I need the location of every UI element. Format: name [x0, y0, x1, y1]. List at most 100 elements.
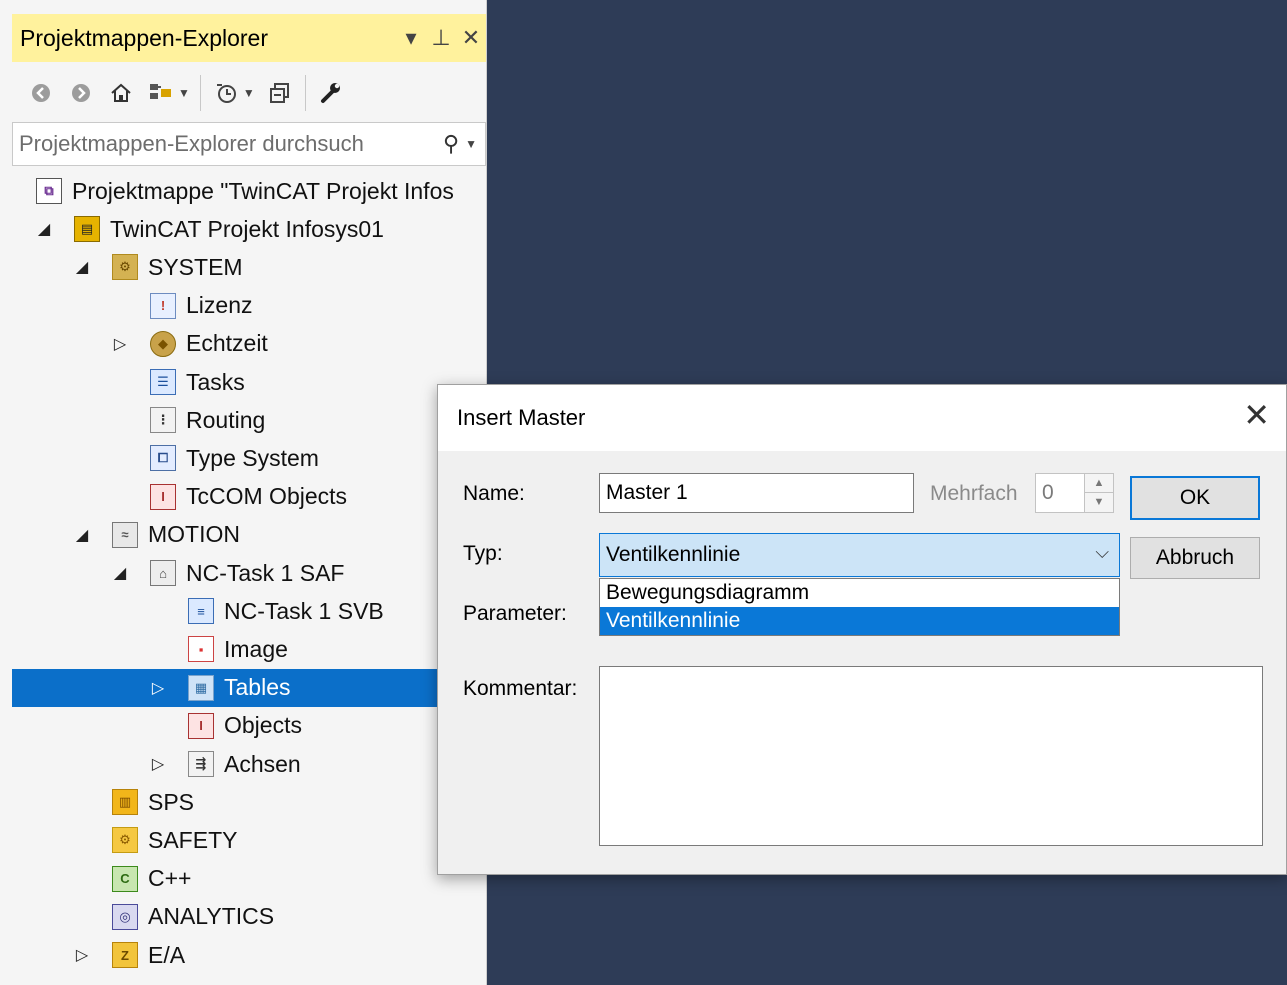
tasks-icon: ☰ — [150, 369, 176, 395]
pending-changes-dropdown-icon[interactable]: ▼ — [243, 86, 255, 100]
mehrfach-spinner[interactable]: ▲ ▼ — [1084, 473, 1114, 513]
toolbar-separator — [199, 75, 201, 111]
pending-changes-icon[interactable] — [211, 78, 241, 108]
sync-view-icon[interactable] — [146, 78, 176, 108]
explorer-title: Projektmappen-Explorer — [20, 24, 269, 51]
spin-down-icon[interactable]: ▼ — [1085, 493, 1113, 512]
tree-item-echtzeit[interactable]: ▷ ◆ Echtzeit — [12, 325, 486, 363]
tree-item-objects[interactable]: I Objects — [12, 707, 486, 745]
tree-item-tasks[interactable]: ☰ Tasks — [12, 363, 486, 401]
analytics-icon: ◎ — [112, 903, 138, 930]
tree-item-tccom-objects[interactable]: I TcCOM Objects — [12, 478, 486, 516]
collapse-all-icon[interactable] — [265, 78, 295, 108]
expanded-arrow-icon[interactable]: ◢ — [72, 525, 92, 545]
typ-selected-value: Ventilkennlinie — [606, 543, 741, 566]
dialog-header: Insert Master ✕ — [438, 385, 1286, 451]
tree-item-system[interactable]: ◢ ⚙ SYSTEM — [12, 248, 486, 286]
tree-item-projektmappe-twincat-projekt-infos[interactable]: ⧉ Projektmappe "TwinCAT Projekt Infos — [12, 172, 486, 210]
tree-item-sps[interactable]: ▥ SPS — [12, 783, 486, 821]
tree-item-label: TcCOM Objects — [186, 483, 348, 510]
tree-item-analytics[interactable]: ◎ ANALYTICS — [12, 898, 486, 936]
back-icon[interactable] — [26, 78, 56, 108]
nc-task-icon: ⌂ — [150, 560, 176, 586]
tree-item-label: Echtzeit — [186, 330, 268, 357]
collapsed-arrow-icon[interactable]: ▷ — [148, 678, 168, 698]
expanded-arrow-icon[interactable]: ◢ — [110, 563, 130, 583]
type-system-icon: ⧠ — [150, 445, 176, 472]
tree-item-nc-task-1-saf[interactable]: ◢ ⌂ NC-Task 1 SAF — [12, 554, 486, 592]
axes-icon: ⇶ — [188, 751, 214, 777]
typ-option-bewegungsdiagramm[interactable]: Bewegungsdiagramm — [600, 579, 1119, 607]
search-icon[interactable]: ⚲ — [443, 131, 459, 157]
tree-item-label: NC-Task 1 SVB — [224, 597, 384, 624]
window-position-dropdown-icon[interactable]: ▾ — [396, 25, 426, 51]
tree-item-label: ANALYTICS — [148, 903, 275, 930]
sync-view-dropdown-icon[interactable]: ▼ — [178, 86, 190, 100]
collapsed-arrow-icon[interactable]: ▷ — [110, 334, 130, 354]
tree-item-image[interactable]: ▪ Image — [12, 630, 486, 668]
typ-dropdown-list: Bewegungsdiagramm Ventilkennlinie — [599, 578, 1120, 636]
ok-button[interactable]: OK — [1130, 476, 1260, 520]
chevron-down-icon[interactable]: ⌵ — [1095, 542, 1109, 563]
tree-item-label: MOTION — [148, 521, 240, 548]
tree-item-label: E/A — [148, 941, 186, 968]
solution-icon: ⧉ — [36, 178, 62, 204]
dialog-close-icon[interactable]: ✕ — [1243, 397, 1270, 433]
kommentar-textarea[interactable] — [599, 666, 1263, 846]
kommentar-label: Kommentar: — [463, 677, 578, 700]
expanded-arrow-icon[interactable]: ◢ — [72, 257, 92, 277]
typ-select[interactable]: Ventilkennlinie ⌵ — [599, 533, 1120, 577]
tables-icon: ▦ — [188, 674, 214, 701]
realtime-icon: ◆ — [150, 330, 176, 357]
expanded-arrow-icon[interactable]: ◢ — [34, 219, 54, 239]
tree-item-label: Type System — [186, 444, 319, 471]
typ-option-ventilkennlinie[interactable]: Ventilkennlinie — [600, 607, 1119, 635]
tree-item-safety[interactable]: ⚙ SAFETY — [12, 821, 486, 859]
tree-item-label: Tasks — [186, 368, 245, 395]
image-icon: ▪ — [188, 636, 214, 663]
explorer-search-input[interactable] — [19, 131, 443, 157]
sps-icon: ▥ — [112, 789, 138, 816]
insert-master-dialog: Insert Master ✕ Name: Mehrfach ▲ ▼ OK Ab… — [437, 384, 1287, 875]
tree-item-achsen[interactable]: ▷ ⇶ Achsen — [12, 745, 486, 783]
cpp-icon: C — [112, 865, 138, 892]
tree-item-c[interactable]: C C++ — [12, 860, 486, 898]
cancel-button[interactable]: Abbruch — [1130, 537, 1260, 579]
home-icon[interactable] — [106, 78, 136, 108]
tree-item-e-a[interactable]: ▷ Z E/A — [12, 936, 486, 974]
parameter-label: Parameter: — [463, 602, 567, 625]
explorer-search-box: ⚲ ▼ — [12, 122, 486, 166]
routing-icon: ⋮ — [150, 407, 176, 434]
tree-item-label: Image — [224, 635, 288, 662]
tree-item-label: SAFETY — [148, 826, 238, 853]
forward-icon[interactable] — [66, 78, 96, 108]
tree-item-label: SYSTEM — [148, 253, 243, 280]
tree-item-nc-task-1-svb[interactable]: ≡ NC-Task 1 SVB — [12, 592, 486, 630]
tree-item-label: Routing — [186, 406, 266, 433]
tccom-objects-icon: I — [150, 483, 176, 510]
properties-wrench-icon[interactable] — [316, 78, 346, 108]
tree-item-label: C++ — [148, 865, 192, 892]
tree-item-type-system[interactable]: ⧠ Type System — [12, 439, 486, 477]
mehrfach-input[interactable] — [1035, 473, 1085, 513]
close-icon[interactable]: ✕ — [456, 25, 486, 51]
tree-item-routing[interactable]: ⋮ Routing — [12, 401, 486, 439]
search-options-dropdown-icon[interactable]: ▼ — [465, 137, 477, 151]
name-input[interactable] — [599, 473, 914, 513]
explorer-toolbar: ▼ ▼ — [12, 64, 486, 122]
collapsed-arrow-icon[interactable]: ▷ — [148, 754, 168, 774]
toolbar-separator — [304, 75, 306, 111]
spin-up-icon[interactable]: ▲ — [1085, 474, 1113, 493]
tree-item-label: Achsen — [224, 750, 301, 777]
tree-item-tables[interactable]: ▷ ▦ Tables — [12, 668, 440, 707]
motion-icon: ≈ — [112, 521, 138, 548]
tree-item-twincat-projekt-infosys01[interactable]: ◢ ▤ TwinCAT Projekt Infosys01 — [12, 210, 486, 248]
collapsed-arrow-icon[interactable]: ▷ — [72, 945, 92, 965]
tree-item-label: Objects — [224, 712, 302, 739]
explorer-title-bar: Projektmappen-Explorer ▾ ⊥ ✕ — [12, 14, 486, 62]
objects-icon: I — [188, 712, 214, 739]
tree-item-lizenz[interactable]: ! Lizenz — [12, 287, 486, 325]
pin-icon[interactable]: ⊥ — [426, 25, 456, 51]
tree-item-motion[interactable]: ◢ ≈ MOTION — [12, 516, 486, 554]
tree-item-label: Projektmappe "TwinCAT Projekt Infos — [72, 177, 454, 204]
